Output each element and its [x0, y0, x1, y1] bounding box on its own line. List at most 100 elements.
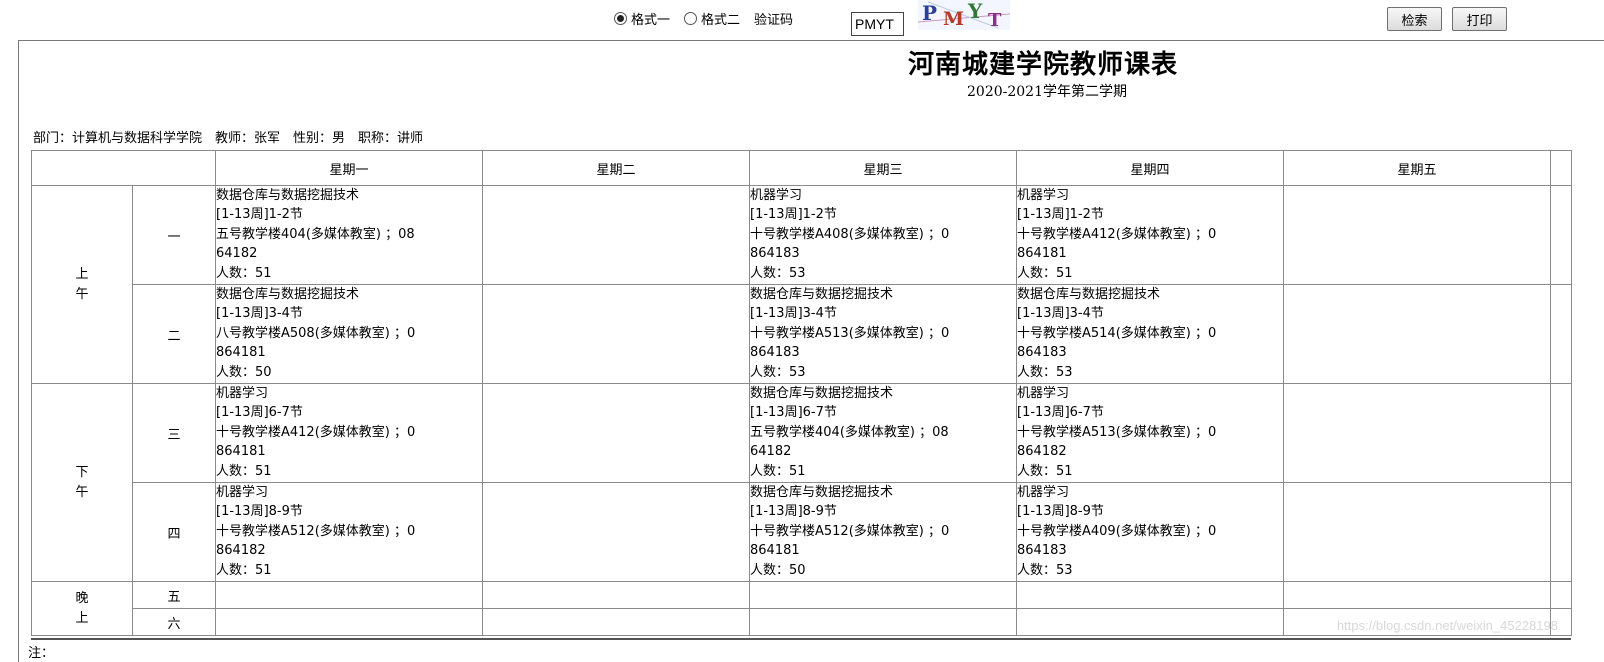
empty-cell[interactable]	[215, 581, 483, 609]
course-name: 数据仓库与数据挖掘技术	[1017, 287, 1161, 302]
period-label-bottom: 午	[75, 484, 89, 500]
course-name: 机器学习	[1017, 188, 1070, 203]
empty-cell[interactable]	[482, 383, 750, 483]
course-class: 864181	[750, 543, 800, 559]
extra-cell	[1550, 383, 1572, 483]
course-count: 人数：53	[1017, 562, 1073, 578]
captcha-char-4: T	[988, 10, 1002, 30]
empty-cell[interactable]	[1016, 608, 1284, 636]
format1-radio[interactable]	[614, 12, 627, 25]
course-cell[interactable]: 数据仓库与数据挖掘技术 [1-13周]1-2节 五号教学楼404(多媒体教室) …	[215, 185, 483, 285]
period-evening: 晚上	[31, 581, 133, 636]
format2-radio[interactable]	[684, 12, 698, 25]
empty-cell[interactable]	[482, 608, 750, 636]
course-count: 人数：51	[1017, 265, 1073, 281]
slot-label: 四	[132, 482, 216, 582]
print-button[interactable]: 打印	[1452, 7, 1507, 31]
course-name: 数据仓库与数据挖掘技术	[216, 287, 360, 302]
extra-cell	[1550, 581, 1572, 609]
course-count: 人数：53	[750, 265, 806, 281]
course-cell[interactable]: 数据仓库与数据挖掘技术 [1-13周]3-4节 八号教学楼A508(多媒体教室)…	[215, 284, 483, 384]
empty-cell[interactable]	[482, 284, 750, 384]
period-label-top: 晚	[75, 590, 89, 606]
day-header-fri: 星期五	[1283, 150, 1551, 186]
period-label-top: 下	[75, 464, 89, 480]
course-cell[interactable]: 机器学习 [1-13周]8-9节 十号教学楼A409(多媒体教室) ；0 864…	[1016, 482, 1284, 582]
day-header-extra	[1550, 150, 1572, 186]
period-afternoon: 下午	[31, 383, 133, 582]
empty-cell[interactable]	[215, 608, 483, 636]
slot-label: 六	[132, 608, 216, 636]
empty-cell[interactable]	[1016, 581, 1284, 609]
toolbar: 格式一 格式二 验证码 P M Y T 检索 打印	[0, 0, 1604, 40]
course-count: 人数：53	[1017, 364, 1073, 380]
course-name: 数据仓库与数据挖掘技术	[750, 386, 894, 401]
format1-label[interactable]: 格式一	[631, 9, 670, 28]
course-name: 数据仓库与数据挖掘技术	[216, 188, 360, 203]
course-cell[interactable]: 数据仓库与数据挖掘技术 [1-13周]6-7节 五号教学楼404(多媒体教室) …	[749, 383, 1017, 483]
day-header-wed: 星期三	[749, 150, 1017, 186]
course-room: 十号教学楼A513(多媒体教室) ；0	[1017, 424, 1217, 440]
table-row: 四 机器学习 [1-13周]8-9节 十号教学楼A512(多媒体教室) ；0 8…	[32, 482, 1572, 582]
empty-cell[interactable]	[482, 482, 750, 582]
captcha-label: 验证码	[754, 13, 794, 28]
empty-cell[interactable]	[482, 185, 750, 285]
course-class: 864181	[1017, 246, 1067, 262]
slot-label: 五	[132, 581, 216, 609]
format2-label[interactable]: 格式二	[701, 9, 740, 28]
course-class: 64182	[216, 246, 258, 262]
course-name: 机器学习	[216, 485, 269, 500]
course-room: 五号教学楼404(多媒体教室) ；08	[750, 424, 949, 440]
captcha-char-1: P	[922, 1, 937, 25]
captcha-image[interactable]: P M Y T	[918, 0, 1010, 30]
course-name: 机器学习	[216, 386, 269, 401]
course-cell[interactable]: 数据仓库与数据挖掘技术 [1-13周]3-4节 十号教学楼A513(多媒体教室)…	[749, 284, 1017, 384]
course-weeks: [1-13周]3-4节	[216, 306, 303, 322]
course-cell[interactable]: 数据仓库与数据挖掘技术 [1-13周]3-4节 十号教学楼A514(多媒体教室)…	[1016, 284, 1284, 384]
course-name: 机器学习	[1017, 386, 1070, 401]
extra-cell	[1550, 185, 1572, 285]
semester-subtitle: 2020-2021学年第二学期	[967, 84, 1127, 100]
course-count: 人数：51	[750, 463, 806, 479]
course-count: 人数：51	[216, 265, 272, 281]
course-cell[interactable]: 数据仓库与数据挖掘技术 [1-13周]8-9节 十号教学楼A512(多媒体教室)…	[749, 482, 1017, 582]
course-cell[interactable]: 机器学习 [1-13周]8-9节 十号教学楼A512(多媒体教室) ；0 864…	[215, 482, 483, 582]
empty-cell[interactable]	[1283, 383, 1551, 483]
empty-cell[interactable]	[482, 581, 750, 609]
course-cell[interactable]: 机器学习 [1-13周]6-7节 十号教学楼A513(多媒体教室) ；0 864…	[1016, 383, 1284, 483]
day-header-tue: 星期二	[482, 150, 750, 186]
day-header-thu: 星期四	[1016, 150, 1284, 186]
course-name: 机器学习	[750, 188, 803, 203]
course-class: 864181	[216, 444, 266, 460]
period-label-bottom: 上	[75, 610, 89, 626]
empty-cell[interactable]	[1283, 581, 1551, 609]
course-cell[interactable]: 机器学习 [1-13周]6-7节 十号教学楼A412(多媒体教室) ；0 864…	[215, 383, 483, 483]
slot-label: 二	[132, 284, 216, 384]
course-weeks: [1-13周]3-4节	[750, 306, 837, 322]
table-row: 下午 三 机器学习 [1-13周]6-7节 十号教学楼A412(多媒体教室) ；…	[31, 383, 1572, 582]
empty-cell[interactable]	[1283, 482, 1551, 582]
captcha-input[interactable]	[851, 12, 904, 36]
empty-cell[interactable]	[749, 608, 1017, 636]
course-cell[interactable]: 机器学习 [1-13周]1-2节 十号教学楼A412(多媒体教室) ；0 864…	[1016, 185, 1284, 285]
note-label: 注：	[28, 646, 55, 661]
course-name: 数据仓库与数据挖掘技术	[750, 287, 894, 302]
extra-cell	[1550, 284, 1572, 384]
period-label-top: 上	[75, 266, 89, 282]
format-radio-group: 格式一 格式二 验证码	[614, 9, 793, 28]
course-room: 十号教学楼A513(多媒体教室) ；0	[750, 325, 950, 341]
course-weeks: [1-13周]8-9节	[1017, 504, 1104, 520]
empty-cell[interactable]	[749, 581, 1017, 609]
empty-cell[interactable]	[1283, 284, 1551, 384]
course-room: 十号教学楼A512(多媒体教室) ；0	[216, 523, 416, 539]
course-weeks: [1-13周]6-7节	[750, 405, 837, 421]
course-room: 十号教学楼A514(多媒体教室) ；0	[1017, 325, 1217, 341]
course-count: 人数：50	[216, 364, 272, 380]
course-cell[interactable]: 机器学习 [1-13周]1-2节 十号教学楼A408(多媒体教室) ；0 864…	[749, 185, 1017, 285]
slot-label: 三	[132, 383, 216, 483]
course-weeks: [1-13周]3-4节	[1017, 306, 1104, 322]
search-button[interactable]: 检索	[1387, 7, 1442, 31]
course-class: 864183	[1017, 345, 1067, 361]
schedule-table: 星期一 星期二 星期三 星期四 星期五 上午 一 数据仓库与数据挖掘技术 [1-…	[31, 150, 1572, 636]
empty-cell[interactable]	[1283, 185, 1551, 285]
